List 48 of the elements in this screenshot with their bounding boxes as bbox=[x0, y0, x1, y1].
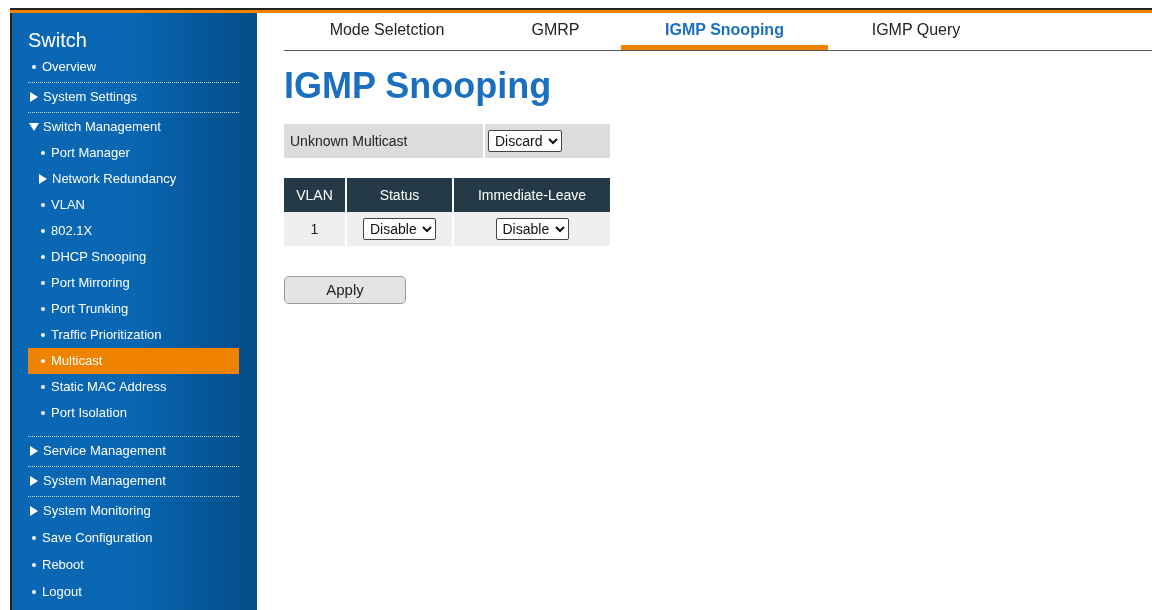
tab[interactable]: IGMP Snooping bbox=[621, 15, 828, 50]
bullet-icon bbox=[41, 229, 45, 233]
bullet-icon bbox=[41, 411, 45, 415]
bullet-icon bbox=[41, 333, 45, 337]
nav-item[interactable]: Port Isolation bbox=[28, 400, 239, 426]
bullet-icon bbox=[41, 281, 45, 285]
setting-label: Unknown Multicast bbox=[284, 124, 484, 158]
page-heading: IGMP Snooping bbox=[284, 64, 553, 108]
nav-item[interactable]: DHCP Snooping bbox=[28, 244, 239, 270]
bullet-icon bbox=[32, 589, 36, 594]
column-header: Status bbox=[346, 178, 453, 212]
nav-item[interactable]: System Settings bbox=[28, 83, 239, 110]
tab[interactable]: IGMP Query bbox=[828, 15, 1004, 50]
bullet-icon bbox=[41, 203, 45, 207]
nav-item[interactable]: Traffic Prioritization bbox=[28, 322, 239, 348]
immediate-leave-select[interactable]: Disable bbox=[495, 218, 569, 240]
column-header: Immediate-Leave bbox=[453, 178, 610, 212]
nav-item[interactable]: Save Configuration bbox=[28, 524, 239, 551]
bullet-icon bbox=[32, 64, 36, 69]
nav-item[interactable]: Port Manager bbox=[28, 140, 239, 166]
nav-item[interactable]: Switch Management bbox=[28, 113, 239, 140]
bullet-icon bbox=[41, 307, 45, 311]
bullet-icon bbox=[41, 359, 45, 363]
bullet-icon bbox=[32, 562, 36, 567]
nav-item[interactable]: Port Trunking bbox=[28, 296, 239, 322]
nav-item[interactable]: Logout bbox=[28, 578, 239, 605]
nav-item[interactable]: Overview bbox=[28, 53, 239, 80]
table-cell: 1 bbox=[284, 212, 346, 246]
bullet-icon bbox=[41, 255, 45, 259]
tab[interactable]: Mode Seletction bbox=[284, 15, 490, 50]
unknown-multicast-select[interactable]: Discard bbox=[488, 130, 562, 152]
nav-item[interactable]: Port Mirroring bbox=[28, 270, 239, 296]
bullet-icon bbox=[41, 385, 45, 389]
tab[interactable]: GMRP bbox=[490, 15, 621, 50]
nav-item[interactable]: System Management bbox=[28, 467, 239, 494]
sidebar-title: Switch bbox=[28, 28, 87, 53]
nav-item[interactable]: System Monitoring bbox=[28, 497, 239, 524]
status-select[interactable]: Disable bbox=[363, 218, 436, 240]
bullet-icon bbox=[32, 535, 36, 540]
column-header: VLAN bbox=[284, 178, 346, 212]
nav-item[interactable]: Network Redundancy bbox=[28, 166, 239, 192]
nav-item[interactable]: 802.1X bbox=[28, 218, 239, 244]
nav-item[interactable]: Static MAC Address bbox=[28, 374, 239, 400]
bullet-icon bbox=[41, 151, 45, 155]
apply-button[interactable]: Apply bbox=[284, 276, 406, 304]
nav-item[interactable]: Reboot bbox=[28, 551, 239, 578]
nav-item[interactable]: Service Management bbox=[28, 437, 239, 464]
nav-item[interactable]: VLAN bbox=[28, 192, 239, 218]
